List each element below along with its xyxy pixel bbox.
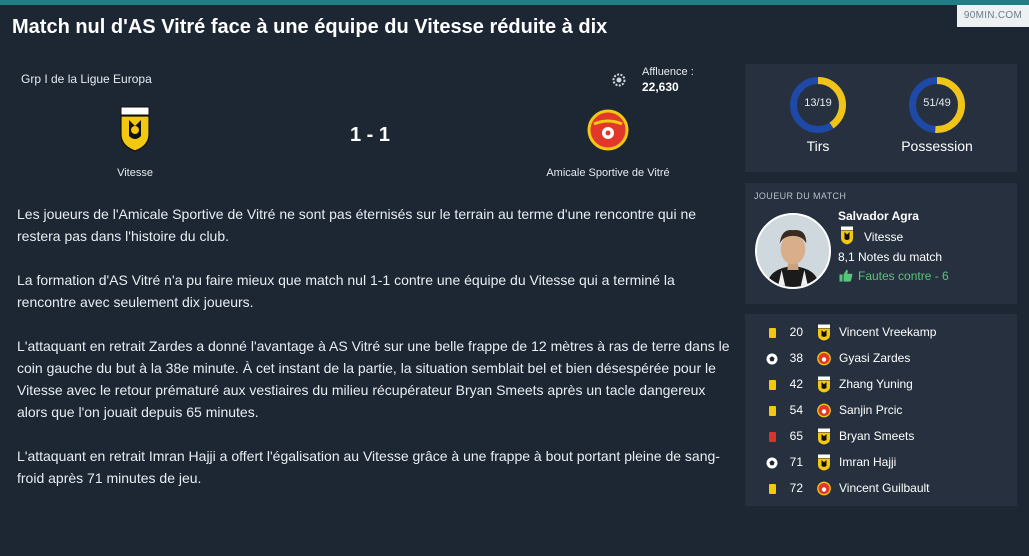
- event-row: 54 Sanjin Prcic: [745, 398, 1017, 424]
- event-player-name[interactable]: Vincent Vreekamp: [839, 325, 936, 339]
- home-team-name[interactable]: Vitesse: [70, 167, 200, 179]
- competition-label: Grp I de la Ligue Europa: [21, 72, 152, 86]
- yellow-card-icon: [769, 328, 776, 338]
- as-vitre-crest-icon: [817, 403, 831, 418]
- as-vitre-crest-icon: [817, 351, 831, 366]
- stadium-icon: [612, 73, 626, 87]
- event-row: 71 Imran Hajji: [745, 450, 1017, 476]
- event-row: 42 Zhang Yuning: [745, 372, 1017, 398]
- event-player-name[interactable]: Sanjin Prcic: [839, 403, 902, 417]
- event-row: 72 Vincent Guilbault: [745, 476, 1017, 502]
- vitesse-crest-icon: [818, 454, 830, 471]
- goal-ball-icon: [766, 353, 778, 365]
- player-club[interactable]: Vitesse: [864, 230, 903, 244]
- vitesse-crest-icon: [841, 226, 853, 245]
- event-player-name[interactable]: Bryan Smeets: [839, 429, 914, 443]
- event-minute: 38: [789, 351, 803, 365]
- goal-ball-icon: [766, 457, 778, 469]
- shots-donut: 13/19: [788, 75, 848, 135]
- away-team-name[interactable]: Amicale Sportive de Vitré: [528, 167, 688, 179]
- vitesse-crest-icon[interactable]: [118, 106, 152, 152]
- event-player-name[interactable]: Zhang Yuning: [839, 377, 913, 391]
- report-paragraph: L'attaquant en retrait Zardes a donné l'…: [17, 338, 730, 420]
- attendance-label: Affluence :: [642, 66, 694, 78]
- yellow-card-icon: [769, 380, 776, 390]
- possession-value: 51/49: [923, 97, 951, 109]
- possession-donut: 51/49: [907, 75, 967, 135]
- report-paragraph: L'attaquant en retrait Imran Hajji a off…: [17, 448, 720, 486]
- event-minute: 42: [789, 377, 803, 391]
- event-minute: 65: [789, 429, 803, 443]
- player-fouls-won: Fautes contre - 6: [858, 269, 949, 283]
- yellow-card-icon: [769, 484, 776, 494]
- report-paragraph: Les joueurs de l'Amicale Sportive de Vit…: [17, 206, 697, 244]
- vitesse-crest-icon: [818, 376, 830, 393]
- event-minute: 54: [789, 403, 803, 417]
- site-brand-link[interactable]: 90MIN.COM: [957, 5, 1029, 27]
- as-vitre-crest-icon: [817, 481, 831, 496]
- attendance-value: 22,630: [642, 80, 679, 94]
- event-row: 65 Bryan Smeets: [745, 424, 1017, 450]
- event-player-name[interactable]: Gyasi Zardes: [839, 351, 910, 365]
- player-name[interactable]: Salvador Agra: [838, 209, 919, 223]
- match-score: 1 - 1: [349, 124, 391, 146]
- vitesse-crest-icon: [818, 428, 830, 445]
- event-minute: 72: [789, 481, 803, 495]
- top-accent-bar: [0, 0, 1029, 5]
- event-minute: 71: [789, 455, 803, 469]
- match-stats-panel: 13/19 Tirs 51/49 Possession: [745, 64, 1017, 172]
- thumbs-up-icon: [839, 269, 853, 282]
- event-player-name[interactable]: Vincent Guilbault: [839, 481, 930, 495]
- vitesse-crest-icon: [818, 324, 830, 341]
- as-vitre-crest-icon[interactable]: [586, 108, 630, 152]
- match-events-panel: 20 Vincent Vreekamp 38 Gyasi Zardes 42 Zhang …: [745, 314, 1017, 506]
- event-player-name[interactable]: Imran Hajji: [839, 455, 896, 469]
- motm-title: JOUEUR DU MATCH: [754, 191, 847, 201]
- event-row: 20 Vincent Vreekamp: [745, 320, 1017, 346]
- player-avatar[interactable]: [755, 213, 831, 289]
- match-report: Les joueurs de l'Amicale Sportive de Vit…: [17, 203, 733, 511]
- shots-value: 13/19: [804, 97, 832, 109]
- yellow-card-icon: [769, 406, 776, 416]
- event-row: 38 Gyasi Zardes: [745, 346, 1017, 372]
- report-paragraph: La formation d'AS Vitré n'a pu faire mie…: [17, 272, 675, 310]
- page-title: Match nul d'AS Vitré face à une équipe d…: [12, 16, 608, 38]
- possession-label: Possession: [901, 138, 973, 154]
- man-of-the-match-panel: JOUEUR DU MATCH Salvador Agra Vitesse 8,…: [745, 183, 1017, 304]
- shots-label: Tirs: [806, 138, 830, 154]
- red-card-icon: [769, 432, 776, 442]
- player-rating: 8,1 Notes du match: [838, 250, 943, 264]
- event-minute: 20: [789, 325, 803, 339]
